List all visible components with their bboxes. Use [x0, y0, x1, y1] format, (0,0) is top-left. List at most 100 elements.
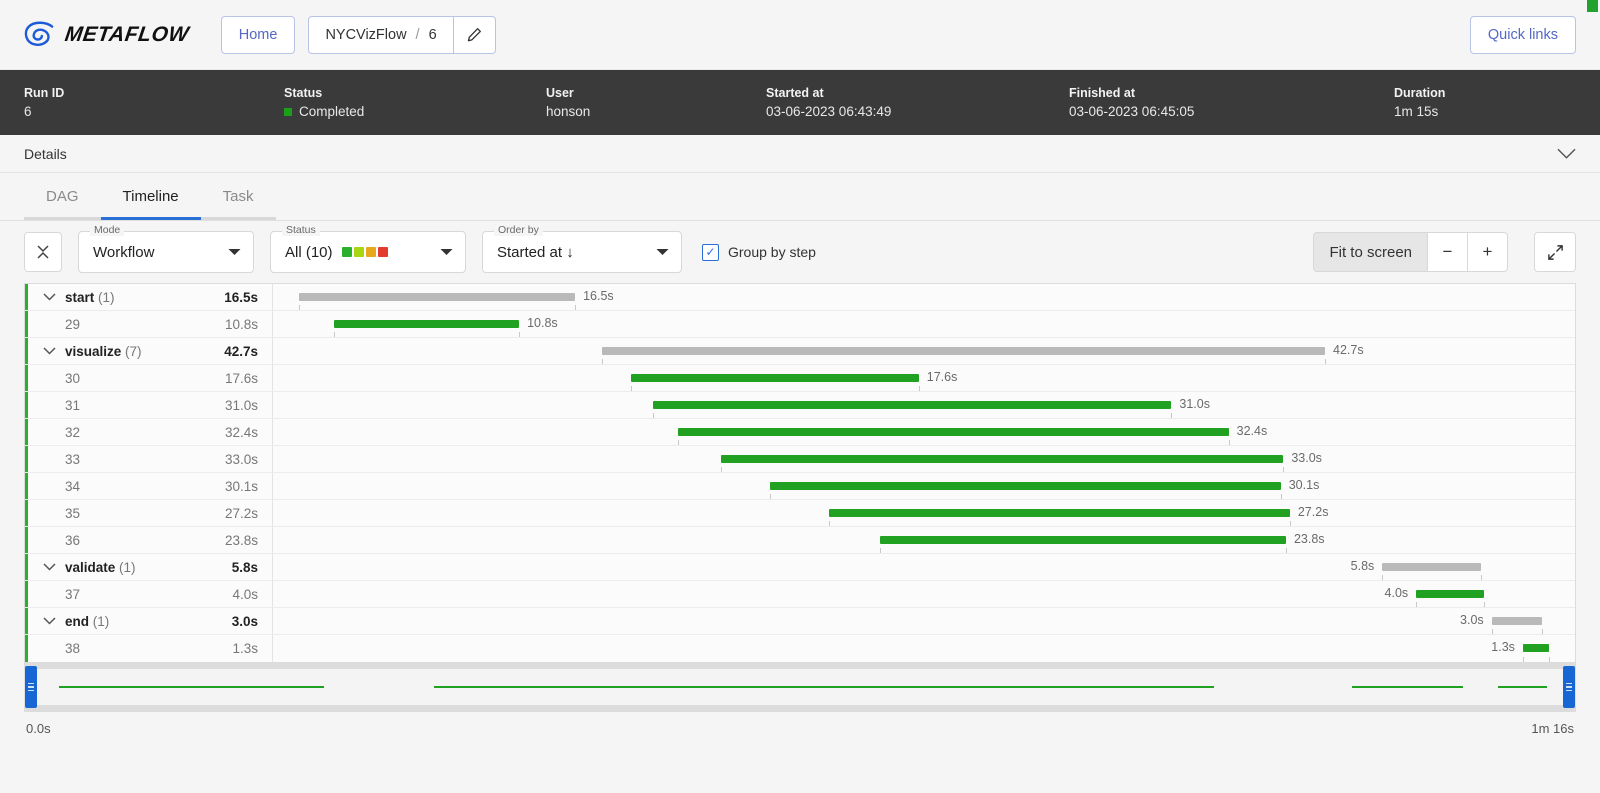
home-button[interactable]: Home	[220, 15, 296, 54]
edit-run-button[interactable]	[452, 16, 495, 53]
timeline-row-track[interactable]: 1.3s	[273, 635, 1575, 662]
timeline-row-label-cell: 35 27.2s	[25, 500, 273, 526]
timeline-row-track[interactable]: 30.1s	[273, 473, 1575, 499]
timeline-bar-duration-label: 32.4s	[1236, 424, 1268, 438]
timeline-row-duration: 3.0s	[231, 613, 258, 629]
timeline-row-track[interactable]: 32.4s	[273, 419, 1575, 445]
timeline-row-task-count: (1)	[115, 559, 136, 575]
timeline-bar[interactable]	[1416, 590, 1484, 598]
timeline-row-track[interactable]: 31.0s	[273, 392, 1575, 418]
timeline-step-row[interactable]: validate (1) 5.8s 5.8s	[25, 554, 1575, 581]
top-navigation-bar: METAFLOW Home NYCVizFlow / 6 Quick links	[0, 0, 1600, 70]
timeline-row-track[interactable]: 5.8s	[273, 554, 1575, 580]
timeline-task-row[interactable]: 31 31.0s 31.0s	[25, 392, 1575, 419]
field-value: 03-06-2023 06:45:05	[1069, 104, 1195, 119]
timeline-row-label-cell: 29 10.8s	[25, 311, 273, 337]
timeline-bar[interactable]	[334, 320, 520, 328]
chevron-down-icon[interactable]	[1557, 148, 1576, 160]
fullscreen-button[interactable]	[1534, 232, 1576, 272]
chevron-down-icon[interactable]	[43, 617, 65, 625]
field-label: Started at	[766, 86, 824, 100]
minimap-handle-right[interactable]	[1563, 666, 1575, 708]
timeline-bar[interactable]	[299, 293, 576, 301]
timeline-bar[interactable]	[879, 536, 1286, 544]
chevron-down-icon[interactable]	[43, 347, 65, 355]
timeline-row-track[interactable]: 27.2s	[273, 500, 1575, 526]
timeline-bar[interactable]	[631, 374, 919, 382]
timeline-bar[interactable]	[653, 401, 1172, 409]
timeline-row-label-cell: 33 33.0s	[25, 446, 273, 472]
timeline-bar[interactable]	[720, 455, 1284, 463]
run-info-status: Status Completed	[284, 86, 546, 119]
timeline-bar[interactable]	[1522, 644, 1549, 652]
timeline-row-duration: 5.8s	[231, 559, 258, 575]
zoom-in-button[interactable]: +	[1468, 232, 1508, 272]
timeline-row-track[interactable]: 42.7s	[273, 338, 1575, 364]
chevron-down-icon[interactable]	[43, 563, 65, 571]
timeline-row-duration: 1.3s	[232, 641, 258, 656]
status-color-swatches	[341, 247, 388, 257]
minimap-handle-left[interactable]	[25, 666, 37, 708]
timeline-row-track[interactable]: 23.8s	[273, 527, 1575, 553]
timeline-bar-tick	[299, 305, 301, 310]
timeline-task-row[interactable]: 34 30.1s 30.1s	[25, 473, 1575, 500]
timeline-step-row[interactable]: start (1) 16.5s 16.5s	[25, 284, 1575, 311]
chevron-down-icon	[638, 243, 669, 261]
tab-task[interactable]: Task	[200, 174, 276, 220]
timeline-row-track[interactable]: 4.0s	[273, 581, 1575, 607]
timeline-task-row[interactable]: 33 33.0s 33.0s	[25, 446, 1575, 473]
minimap-track[interactable]	[24, 666, 1576, 708]
collapse-rows-button[interactable]	[24, 232, 62, 272]
timeline-row-track[interactable]: 33.0s	[273, 446, 1575, 472]
timeline-bar[interactable]	[828, 509, 1290, 517]
timeline-bar-tick	[1491, 629, 1493, 634]
timeline-task-row[interactable]: 37 4.0s 4.0s	[25, 581, 1575, 608]
field-label: Run ID	[24, 86, 65, 100]
timeline-row-track[interactable]: 17.6s	[273, 365, 1575, 391]
timeline-task-row[interactable]: 35 27.2s 27.2s	[25, 500, 1575, 527]
timeline-bar-tick	[1483, 602, 1485, 607]
breadcrumb-run-id: 6	[428, 26, 437, 43]
breadcrumb-run-link[interactable]: NYCVizFlow / 6	[309, 17, 452, 53]
timeline-bar[interactable]	[770, 482, 1281, 490]
timeline-task-row[interactable]: 32 32.4s 32.4s	[25, 419, 1575, 446]
timeline-bar[interactable]	[1382, 563, 1482, 571]
timeline-bar[interactable]	[677, 428, 1229, 436]
mode-select[interactable]: Mode Workflow	[78, 224, 254, 273]
timeline-task-row[interactable]: 36 23.8s 23.8s	[25, 527, 1575, 554]
timeline-task-row[interactable]: 30 17.6s 17.6s	[25, 365, 1575, 392]
quick-links-button[interactable]: Quick links	[1469, 16, 1576, 54]
group-by-step-toggle[interactable]: ✓ Group by step	[702, 243, 816, 261]
row-status-stripe	[25, 635, 28, 662]
details-title: Details	[24, 145, 67, 162]
tab-timeline[interactable]: Timeline	[100, 174, 201, 220]
timeline-bar-tick	[1325, 359, 1327, 364]
order-by-legend: Order by	[494, 224, 543, 236]
swatch-running	[353, 247, 364, 257]
timeline-row-label-cell: visualize (7) 42.7s	[25, 338, 273, 364]
timeline-bar[interactable]	[1491, 617, 1543, 625]
status-value: All (10)	[285, 243, 333, 261]
timeline-row-track[interactable]: 10.8s	[273, 311, 1575, 337]
timeline-step-row[interactable]: end (1) 3.0s 3.0s	[25, 608, 1575, 635]
timeline-task-row[interactable]: 29 10.8s 10.8s	[25, 311, 1575, 338]
timeline-row-track[interactable]: 3.0s	[273, 608, 1575, 634]
minimap-activity-line	[434, 686, 1214, 688]
timeline-row-track[interactable]: 16.5s	[273, 284, 1575, 310]
timeline-step-row[interactable]: visualize (7) 42.7s 42.7s	[25, 338, 1575, 365]
group-by-step-checkbox[interactable]: ✓	[702, 243, 719, 261]
details-section-header[interactable]: Details	[0, 135, 1600, 173]
timeline-bar-duration-label: 23.8s	[1293, 532, 1325, 546]
timeline-task-row[interactable]: 38 1.3s 1.3s	[25, 635, 1575, 662]
order-by-select[interactable]: Order by Started at ↓	[482, 224, 682, 273]
status-filter-select[interactable]: Status All (10)	[270, 224, 466, 273]
timeline-bar-tick	[720, 467, 722, 472]
run-info-finished-at: Finished at 03-06-2023 06:45:05	[1069, 86, 1394, 119]
tab-dag[interactable]: DAG	[24, 174, 101, 220]
timeline-row-duration: 17.6s	[224, 370, 258, 386]
row-status-stripe	[25, 527, 28, 553]
fit-to-screen-button[interactable]: Fit to screen	[1313, 232, 1428, 272]
zoom-out-button[interactable]: −	[1428, 232, 1468, 272]
chevron-down-icon[interactable]	[43, 293, 65, 301]
timeline-bar[interactable]	[602, 347, 1325, 355]
